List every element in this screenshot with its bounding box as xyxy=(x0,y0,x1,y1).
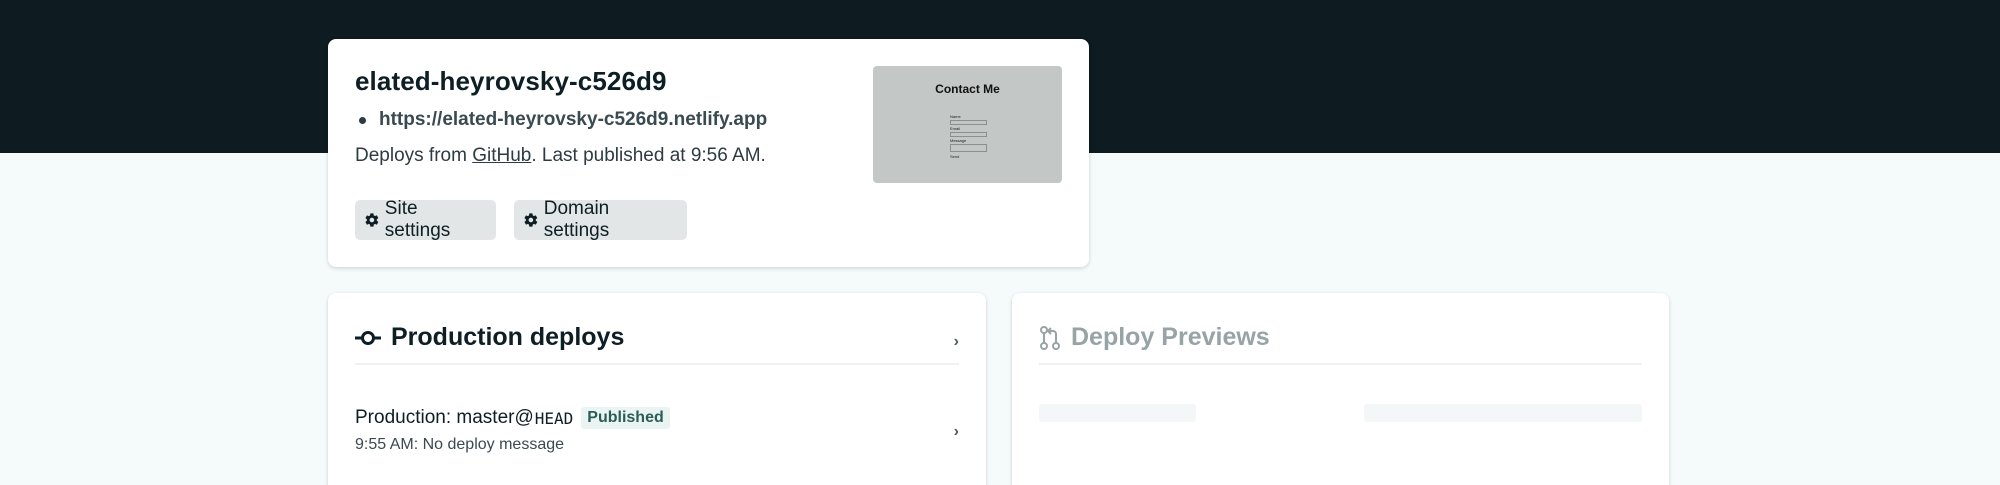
github-link[interactable]: GitHub xyxy=(472,145,531,166)
site-url-link[interactable]: https://elated-heyrovsky-c526d9.netlify.… xyxy=(379,109,767,131)
site-settings-label: Site settings xyxy=(384,198,451,241)
loading-skeleton xyxy=(1364,404,1642,422)
last-published: . Last published at 9:56 AM. xyxy=(531,145,766,166)
deploy-context-label: Production: xyxy=(355,407,452,428)
divider xyxy=(355,363,959,365)
preview-send-label: Send xyxy=(950,154,960,159)
deploy-previews-title: Deploy Previews xyxy=(1071,323,1270,351)
deploy-previews-header[interactable]: Deploy Previews xyxy=(1039,323,1270,352)
deploy-ref: HEAD xyxy=(534,408,574,428)
chevron-right-icon[interactable]: › xyxy=(954,423,959,441)
site-name: elated-heyrovsky-c526d9 xyxy=(355,66,667,96)
domain-settings-button[interactable]: Domain settings xyxy=(514,198,687,241)
git-pull-request-icon xyxy=(1040,325,1060,350)
gear-icon xyxy=(365,213,379,227)
production-deploys-title: Production deploys xyxy=(391,323,625,351)
preview-field-label: Email xyxy=(950,126,961,131)
status-badge: Published xyxy=(581,407,670,429)
git-commit-icon xyxy=(355,330,381,345)
deploy-source-text: Deploys from GitHub. Last published at 9… xyxy=(355,145,766,167)
preview-title: Contact Me xyxy=(935,82,1000,96)
deploy-branch: master@ xyxy=(456,407,534,428)
preview-field-box xyxy=(950,132,987,137)
deploy-previews-card: Deploy Previews xyxy=(1012,293,1669,485)
domain-settings-label: Domain settings xyxy=(543,198,610,241)
deploy-item-title: Production: master@ HEAD Published xyxy=(355,407,670,429)
loading-skeleton xyxy=(1039,404,1196,422)
deploys-prefix: Deploys from xyxy=(355,145,467,166)
site-url-row: https://elated-heyrovsky-c526d9.netlify.… xyxy=(355,109,767,131)
bullet-icon xyxy=(359,116,366,124)
preview-field-label: Name xyxy=(950,114,961,119)
site-settings-button[interactable]: Site settings xyxy=(355,198,496,241)
preview-field-label: Message xyxy=(950,138,967,143)
gear-icon xyxy=(524,213,538,227)
divider xyxy=(1039,363,1642,365)
site-overview-card: elated-heyrovsky-c526d9 https://elated-h… xyxy=(328,39,1089,267)
site-screenshot-thumbnail[interactable]: Contact Me Name Email Message Send xyxy=(873,66,1062,183)
production-deploys-card: Production deploys › Production: master@… xyxy=(328,293,986,485)
preview-field-box xyxy=(950,144,987,152)
preview-field-box xyxy=(950,120,987,125)
chevron-right-icon[interactable]: › xyxy=(954,333,959,351)
production-deploys-header[interactable]: Production deploys xyxy=(355,323,624,352)
deploy-item-subtitle: 9:55 AM: No deploy message xyxy=(355,436,565,453)
